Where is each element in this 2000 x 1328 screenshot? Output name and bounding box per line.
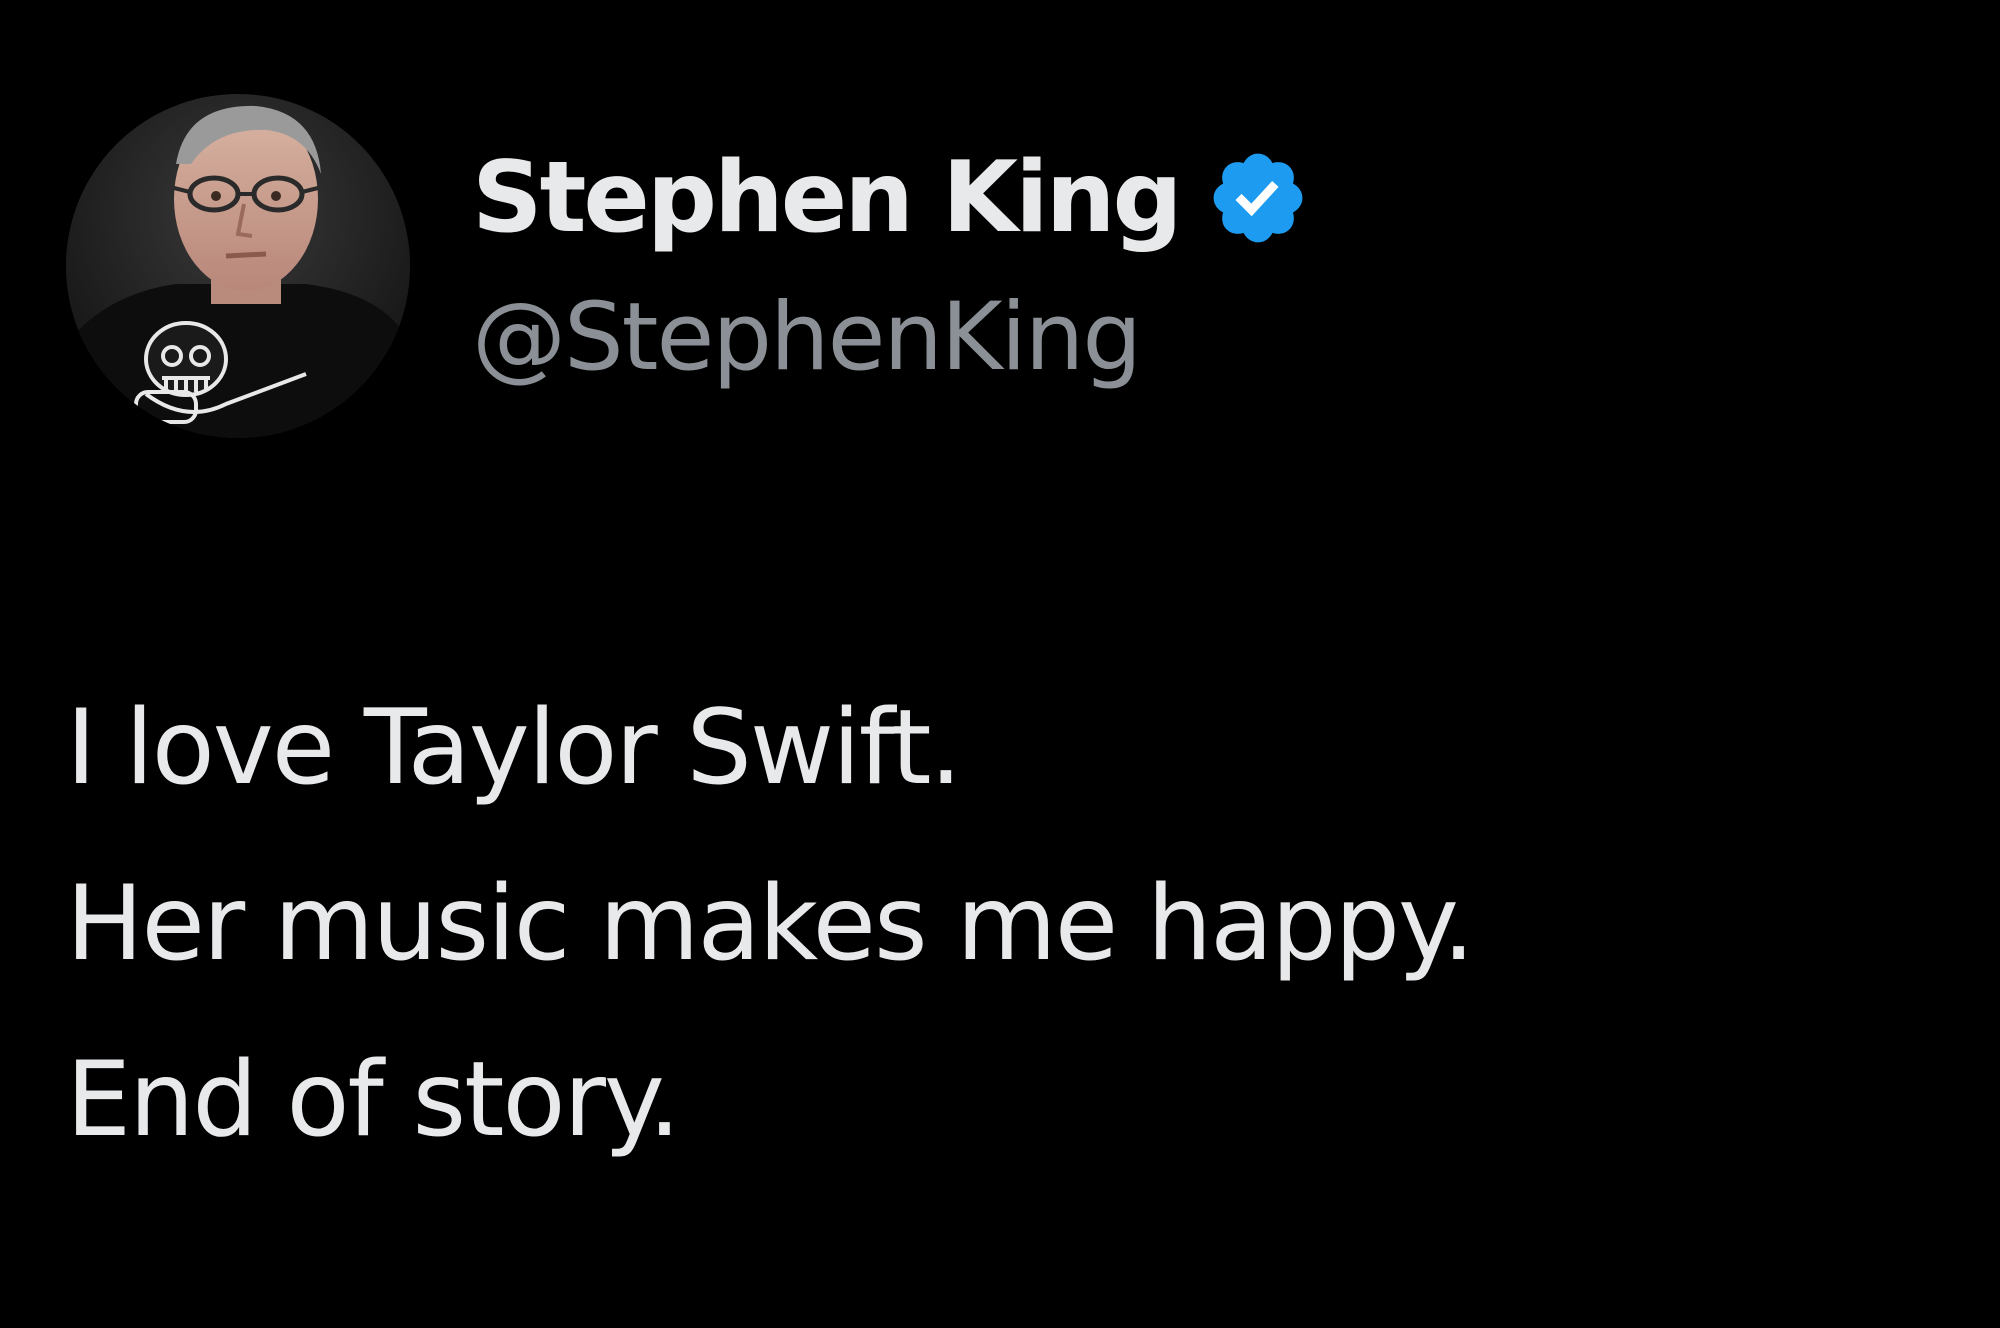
tweet-line-3: End of story. xyxy=(66,1040,681,1160)
verified-badge-icon[interactable] xyxy=(1206,146,1310,250)
display-name[interactable]: Stephen King xyxy=(472,149,1183,247)
author-name-row: Stephen King xyxy=(472,138,1310,258)
avatar[interactable] xyxy=(66,94,410,438)
tweet-line-1: I love Taylor Swift. xyxy=(66,688,962,808)
avatar-photo xyxy=(66,94,410,438)
tweet-card: Stephen King @StephenKing I love Taylor … xyxy=(0,0,2000,1328)
tweet-line-2: Her music makes me happy. xyxy=(66,864,1475,984)
tweet-text: I love Taylor Swift. Her music makes me … xyxy=(66,660,1946,1188)
author-handle[interactable]: @StephenKing xyxy=(472,282,1142,395)
